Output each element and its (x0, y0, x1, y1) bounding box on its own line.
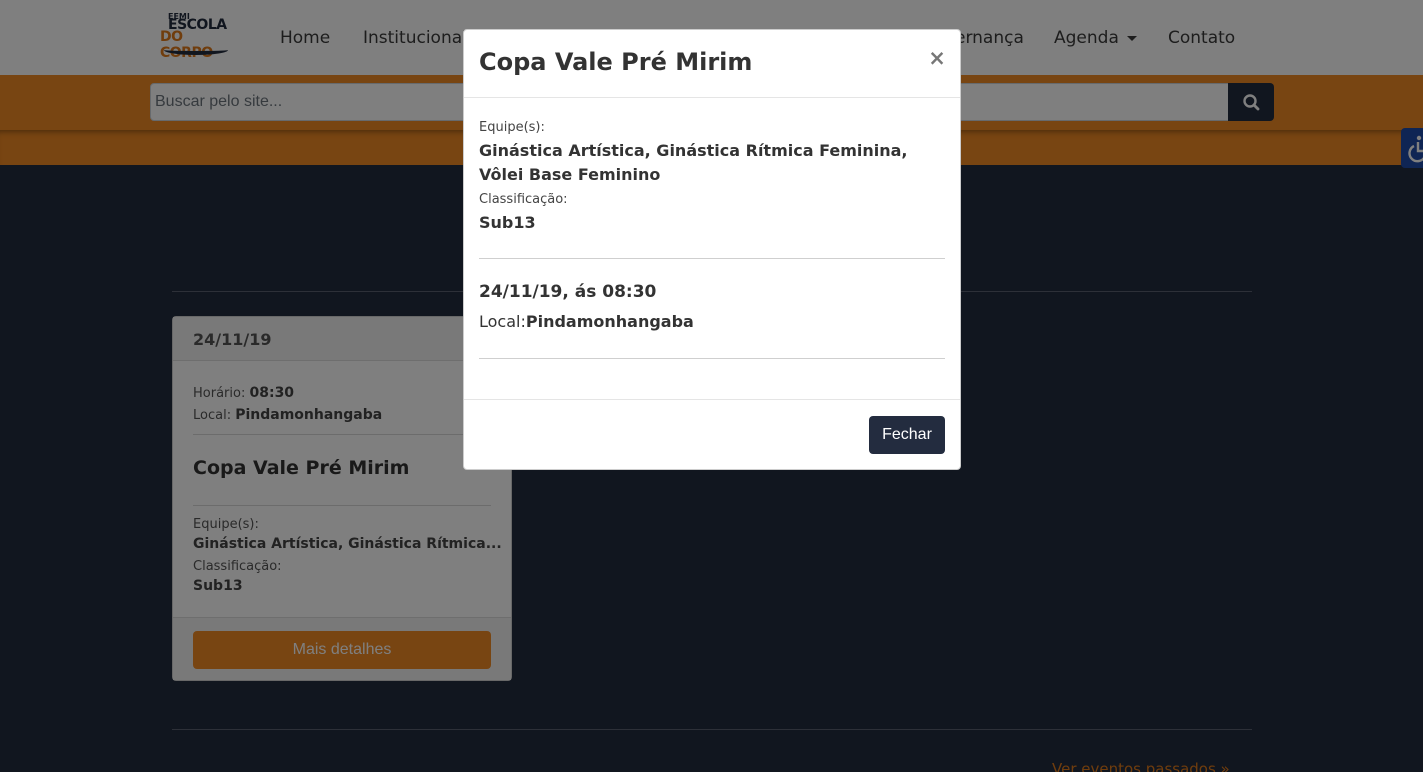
modal-local: Local:Pindamonhangaba (479, 312, 694, 331)
modal-header: Copa Vale Pré Mirim × (464, 30, 960, 98)
modal-divider (479, 258, 945, 259)
modal-local-label: Local: (479, 312, 526, 331)
modal-divider (479, 358, 945, 359)
modal-title: Copa Vale Pré Mirim (479, 48, 753, 76)
modal-footer: Fechar (464, 399, 960, 469)
close-modal-button[interactable]: Fechar (869, 416, 945, 454)
modal-classification-label: Classificação: (479, 192, 568, 207)
modal-classification-value: Sub13 (479, 213, 536, 232)
close-icon[interactable]: × (925, 44, 949, 72)
modal-datetime: 24/11/19, ás 08:30 (479, 282, 657, 302)
modal-teams-value: Ginástica Artística, Ginástica Rítmica F… (479, 141, 908, 184)
modal-local-value: Pindamonhangaba (525, 312, 694, 331)
modal-teams-label: Equipe(s): (479, 120, 545, 135)
event-modal: Copa Vale Pré Mirim × Equipe(s): Ginásti… (463, 29, 961, 470)
